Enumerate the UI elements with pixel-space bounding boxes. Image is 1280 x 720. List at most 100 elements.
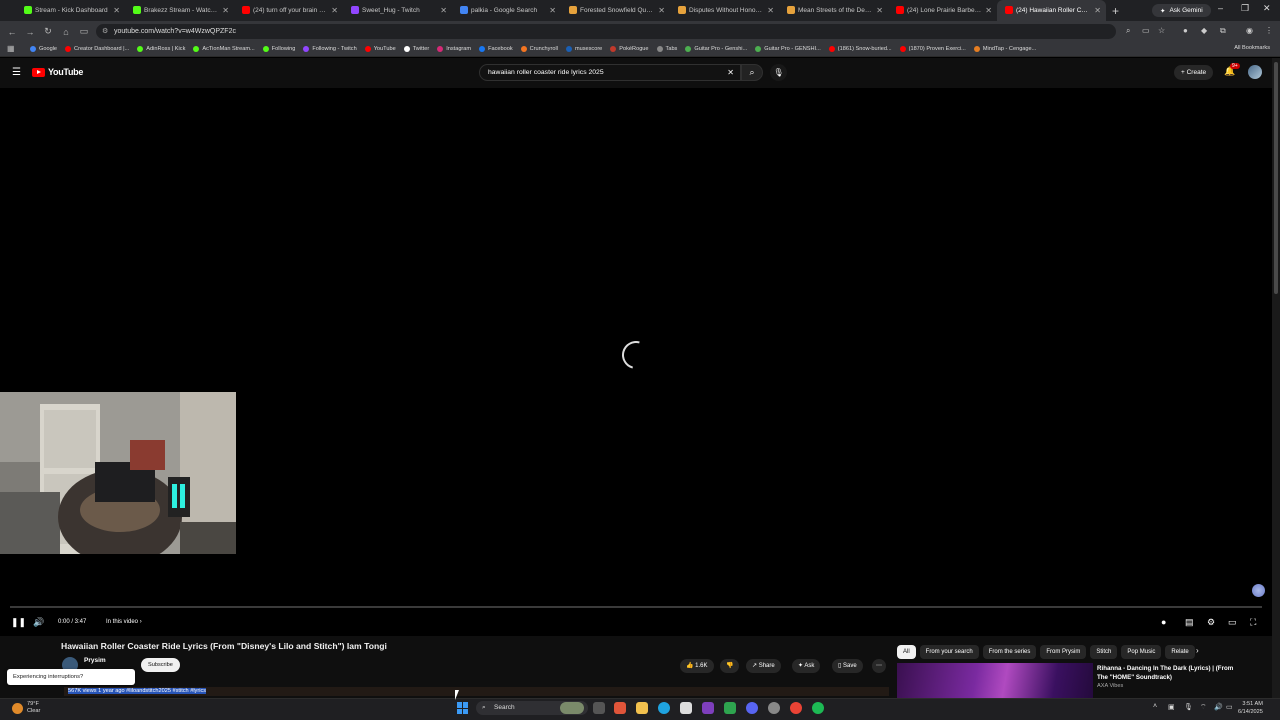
forward-icon[interactable]: →	[21, 27, 39, 37]
profile-icon[interactable]: ◉	[1246, 26, 1253, 35]
tab-close-icon[interactable]: ✕	[658, 6, 665, 15]
tab-close-icon[interactable]: ✕	[440, 6, 447, 15]
subtitles-icon[interactable]: ▤	[1185, 617, 1194, 628]
filter-chip[interactable]: Pop Music	[1121, 645, 1162, 659]
bookmark-item[interactable]: Creator Dashboard |...	[61, 46, 133, 52]
site-info-icon[interactable]: ⚙	[102, 24, 108, 39]
bookmark-item[interactable]: Following	[259, 46, 300, 52]
create-button[interactable]: + Create	[1174, 65, 1214, 80]
browser-tab[interactable]: Forested Snowfield Quest C ✕	[561, 0, 670, 21]
video-description-bar[interactable]: 567K views 1 year ago #liloandstitch2025…	[64, 687, 889, 696]
bookmark-item[interactable]: musescore	[562, 46, 606, 52]
discord-icon[interactable]	[746, 702, 758, 714]
voice-search-button[interactable]: 🎙	[770, 64, 787, 81]
search-input[interactable]: hawaiian roller coaster ride lyrics 2025…	[479, 64, 741, 81]
url-bar[interactable]: ⚙ youtube.com/watch?v=w4WzwQPZF2c	[96, 24, 1116, 39]
tray-overflow-icon[interactable]: ˄	[1153, 703, 1157, 710]
menu-icon[interactable]: ☰	[12, 67, 21, 78]
tray-mic-icon[interactable]: 🎙	[1184, 703, 1193, 711]
scrollbar-thumb[interactable]	[1274, 62, 1278, 294]
pause-icon[interactable]: ❚❚	[11, 617, 26, 628]
bookmark-item[interactable]: AcTionMan Stream...	[189, 46, 258, 52]
filter-chip[interactable]: From your search	[919, 645, 979, 659]
task-view-icon[interactable]	[593, 702, 605, 714]
youtube-logo[interactable]: YouTube	[32, 67, 83, 77]
tab-close-icon[interactable]: ✕	[331, 6, 338, 15]
bookmark-item[interactable]: Following - Twitch	[299, 46, 360, 52]
extension-icon-2[interactable]: ◆	[1201, 26, 1207, 35]
extension-icon[interactable]: ●	[1183, 26, 1188, 35]
search-button[interactable]: ⌕	[741, 64, 763, 81]
filter-chip[interactable]: Relate	[1165, 645, 1195, 659]
system-clock[interactable]: 3:51 AM 6/14/2025	[1238, 700, 1263, 716]
menu-dots-icon[interactable]: ⋮	[1265, 26, 1273, 35]
dislike-button[interactable]: 👎	[720, 659, 740, 673]
bookmark-item[interactable]: AdinRoss | Kick	[133, 46, 189, 52]
bookmark-item[interactable]: Google	[26, 46, 61, 52]
filter-chip[interactable]: All	[897, 645, 916, 659]
chrome-icon[interactable]	[790, 702, 802, 714]
restore-icon[interactable]: ❐	[1241, 3, 1249, 14]
cast-icon[interactable]: ▭	[1142, 26, 1150, 35]
bookmark-item[interactable]: Guitar Pro - GENSHI...	[751, 46, 825, 52]
browser-tab[interactable]: Brakezz Stream - Watch Live ✕	[125, 0, 234, 21]
extensions-icon[interactable]: ⧉	[1220, 26, 1226, 36]
zoom-icon[interactable]: ⌕	[1126, 26, 1130, 36]
bookmark-item[interactable]: MindTap - Cengage...	[970, 46, 1040, 52]
bookmark-item[interactable]: (1861) Snow-buried...	[825, 46, 896, 52]
settings-gear-icon[interactable]: ⚙	[1207, 617, 1215, 628]
browser-tab[interactable]: (24) Lone Prairie Barbershop ✕	[888, 0, 997, 21]
bookmark-item[interactable]: Tabs	[653, 46, 682, 52]
bookmark-star-icon[interactable]: ☆	[1158, 26, 1165, 35]
browser-tab[interactable]: Mean Streets of the Despic ✕	[779, 0, 888, 21]
like-button[interactable]: 👍 1.6K	[680, 659, 714, 673]
filter-chip[interactable]: From Prysim	[1040, 645, 1087, 659]
autoplay-toggle-icon[interactable]: ●	[1161, 617, 1166, 627]
recommendation-channel[interactable]: AXA Vibes	[1097, 683, 1123, 689]
browser-tab[interactable]: palkia - Google Search ✕	[452, 0, 561, 21]
filter-chip[interactable]: From the series	[982, 645, 1037, 659]
tab-close-icon[interactable]: ✕	[876, 6, 883, 15]
more-actions-button[interactable]: ⋯	[872, 659, 886, 673]
browser-tab[interactable]: (24) turn off your brain for a ✕	[234, 0, 343, 21]
widget-thumbnail-icon[interactable]	[560, 702, 584, 714]
weather-widget[interactable]: 79°F Clear	[12, 701, 40, 715]
assistant-orb-icon[interactable]	[1252, 584, 1265, 597]
visual-studio-icon[interactable]	[702, 702, 714, 714]
tab-close-icon[interactable]: ✕	[1094, 6, 1101, 15]
bookmark-item[interactable]: Guitar Pro - Genshi...	[681, 46, 751, 52]
battery-icon[interactable]: ▭	[1226, 703, 1233, 711]
clear-search-icon[interactable]: ✕	[727, 65, 734, 80]
share-button[interactable]: ↗ Share	[746, 659, 781, 673]
browser-tab[interactable]: Disputes Without Honor an ✕	[670, 0, 779, 21]
tab-close-icon[interactable]: ✕	[985, 6, 992, 15]
obs-icon[interactable]	[768, 702, 780, 714]
home-icon[interactable]: ⌂	[57, 27, 75, 37]
bookmark-item[interactable]: PokéRogue	[606, 46, 652, 52]
account-avatar[interactable]	[1248, 65, 1262, 79]
minimize-icon[interactable]: –	[1218, 3, 1223, 13]
tab-search-icon[interactable]: ▭	[75, 26, 93, 37]
new-tab-icon[interactable]: +	[1112, 4, 1119, 18]
speaker-icon[interactable]: 🔊	[1214, 703, 1223, 711]
spotify-icon[interactable]	[812, 702, 824, 714]
browser-tab[interactable]: Sweet_Hug - Twitch ✕	[343, 0, 452, 21]
ask-button[interactable]: ✦ Ask	[792, 659, 821, 673]
interruptions-toast[interactable]: Experiencing interruptions?	[7, 669, 135, 685]
chevron-right-icon[interactable]: ›	[1196, 646, 1199, 655]
apps-grid-icon[interactable]: ▦	[7, 44, 15, 53]
video-progress-bar[interactable]	[10, 606, 1262, 608]
fullscreen-icon[interactable]: ⛶	[1250, 617, 1256, 628]
bookmark-item[interactable]: (1870) Proven Exerci...	[896, 46, 970, 52]
ask-gemini-button[interactable]: ✦ Ask Gemini	[1152, 4, 1211, 17]
tab-close-icon[interactable]: ✕	[767, 6, 774, 15]
start-button-icon[interactable]	[457, 702, 469, 714]
volume-icon[interactable]: 🔊	[33, 617, 44, 628]
in-this-video-button[interactable]: In this video ›	[106, 619, 142, 625]
copilot-icon[interactable]	[614, 702, 626, 714]
recommendation-title[interactable]: Rihanna - Dancing In The Dark (Lyrics) |…	[1097, 664, 1237, 682]
stats-app-icon[interactable]	[724, 702, 736, 714]
save-button[interactable]: ▯ Save	[832, 659, 863, 673]
tab-close-icon[interactable]: ✕	[549, 6, 556, 15]
all-bookmarks[interactable]: All Bookmarks	[1234, 45, 1270, 51]
